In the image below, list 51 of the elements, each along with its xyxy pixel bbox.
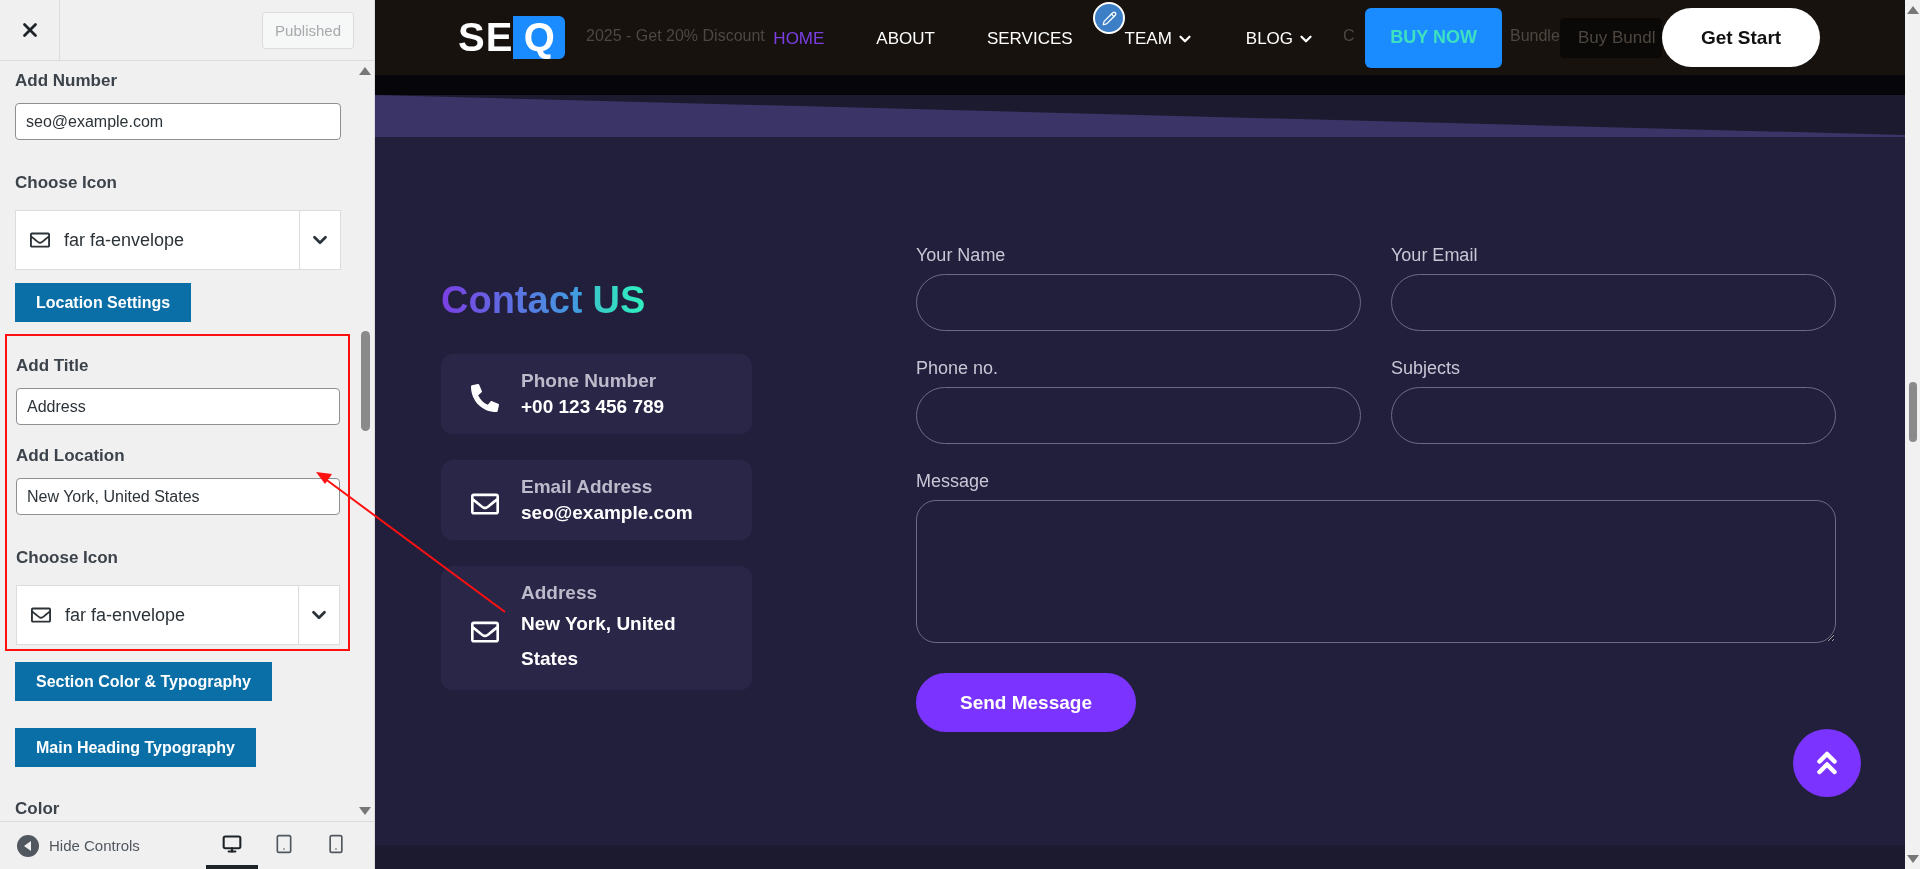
field-label: Add Location: [16, 446, 126, 466]
field-label: Your Email: [1391, 244, 1479, 266]
icon-select[interactable]: far fa-envelope: [15, 210, 341, 270]
select-value: far fa-envelope: [64, 229, 185, 251]
select-value: far fa-envelope: [65, 604, 186, 626]
pencil-icon: [1101, 10, 1117, 26]
get-start-button[interactable]: Get Start: [1662, 8, 1820, 67]
input-field[interactable]: [916, 387, 1361, 444]
section-button[interactable]: Location Settings: [15, 283, 192, 322]
card-label: Email Address: [521, 475, 654, 499]
edit-button[interactable]: [1093, 2, 1125, 34]
page-scrollbar[interactable]: [1905, 0, 1920, 869]
text-field[interactable]: New York, United States: [16, 478, 340, 515]
card-label: Phone Number: [521, 369, 658, 393]
nav-link[interactable]: ABOUT: [876, 28, 935, 49]
section-button[interactable]: Main Heading Typography: [15, 728, 256, 767]
field-label: Message: [916, 470, 991, 492]
input-field[interactable]: [916, 274, 1361, 331]
envelope-icon: [31, 605, 51, 625]
field-label: Your Name: [916, 244, 1007, 266]
desktop-icon: [222, 833, 242, 854]
field-label: Subjects: [1391, 357, 1462, 379]
phone-icon: [326, 833, 346, 854]
card-value: +00 123 456 789: [521, 395, 665, 419]
hide-controls-button[interactable]: Hide Controls: [17, 834, 140, 857]
send-message-button[interactable]: Send Message: [916, 673, 1136, 732]
input-field[interactable]: [1391, 387, 1836, 444]
nav-link[interactable]: SERVICES: [986, 28, 1073, 49]
text-field[interactable]: Address: [16, 388, 340, 425]
logo[interactable]: SE Q: [458, 15, 566, 60]
nav-link[interactable]: TEAM: [1124, 28, 1194, 49]
field-label: Choose Icon: [16, 548, 119, 568]
input-field[interactable]: [1391, 274, 1836, 331]
icon-select[interactable]: far fa-envelope: [16, 585, 340, 645]
message-field[interactable]: [916, 500, 1836, 643]
field-label: Phone no.: [916, 357, 1000, 379]
card-value: New York, United States: [521, 612, 677, 671]
field-label: Add Title: [16, 356, 90, 376]
field-label: Add Number: [15, 71, 118, 91]
section-label: Color: [15, 799, 61, 819]
envelope-icon: [30, 230, 50, 250]
tablet-icon: [274, 833, 294, 854]
card-label: Address: [521, 581, 599, 605]
field-label: Choose Icon: [15, 173, 118, 193]
section-button[interactable]: Section Color & Typography: [15, 662, 272, 701]
text-field[interactable]: seo@example.com: [15, 103, 341, 140]
phone-icon: [471, 384, 499, 412]
collapse-icon: [17, 834, 39, 857]
card-value: seo@example.com: [521, 501, 693, 525]
nav-link[interactable]: BLOG: [1245, 28, 1316, 49]
contact-heading: Contact US: [441, 276, 752, 324]
